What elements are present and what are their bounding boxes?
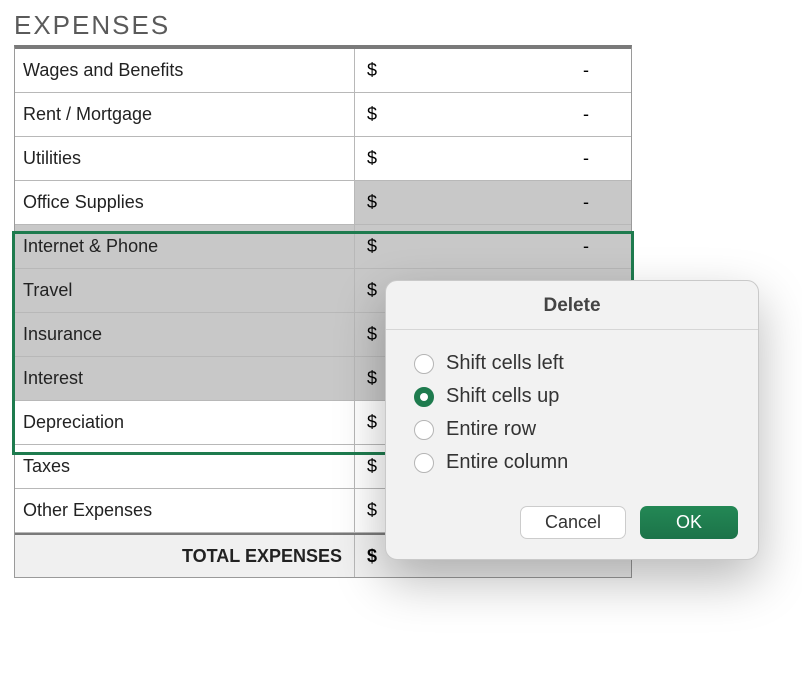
amount-value: - — [583, 192, 619, 213]
row-label[interactable]: Travel — [15, 269, 355, 312]
radio-label: Entire row — [446, 418, 536, 441]
currency-symbol: $ — [367, 500, 377, 521]
row-label[interactable]: Depreciation — [15, 401, 355, 444]
amount-value: - — [583, 236, 619, 257]
row-label[interactable]: Insurance — [15, 313, 355, 356]
currency-symbol: $ — [367, 236, 377, 257]
table-row[interactable]: Internet & Phone$- — [15, 225, 631, 269]
amount-value: - — [583, 60, 619, 81]
radio-icon[interactable] — [414, 354, 434, 374]
row-value[interactable]: $- — [355, 93, 631, 136]
row-value[interactable]: $- — [355, 181, 631, 224]
row-label[interactable]: Rent / Mortgage — [15, 93, 355, 136]
row-label[interactable]: Interest — [15, 357, 355, 400]
dialog-body: Shift cells left Shift cells up Entire row… — [386, 330, 758, 492]
currency-symbol: $ — [367, 148, 377, 169]
radio-label: Entire column — [446, 451, 568, 474]
amount-value: - — [583, 148, 619, 169]
radio-icon[interactable] — [414, 453, 434, 473]
row-value[interactable]: $- — [355, 225, 631, 268]
radio-option[interactable]: Entire row — [414, 418, 730, 441]
radio-option[interactable]: Entire column — [414, 451, 730, 474]
table-row[interactable]: Utilities$- — [15, 137, 631, 181]
radio-label: Shift cells up — [446, 385, 559, 408]
total-label: TOTAL EXPENSES — [15, 535, 355, 577]
radio-option[interactable]: Shift cells up — [414, 385, 730, 408]
row-label[interactable]: Office Supplies — [15, 181, 355, 224]
table-row[interactable]: Office Supplies$- — [15, 181, 631, 225]
currency-symbol: $ — [367, 546, 377, 567]
currency-symbol: $ — [367, 104, 377, 125]
row-label[interactable]: Wages and Benefits — [15, 49, 355, 92]
row-label[interactable]: Other Expenses — [15, 489, 355, 532]
currency-symbol: $ — [367, 456, 377, 477]
table-row[interactable]: Rent / Mortgage$- — [15, 93, 631, 137]
delete-dialog: Delete Shift cells left Shift cells up Ent… — [385, 280, 759, 560]
amount-value: - — [583, 104, 619, 125]
row-value[interactable]: $- — [355, 137, 631, 180]
row-label[interactable]: Utilities — [15, 137, 355, 180]
radio-option[interactable]: Shift cells left — [414, 352, 730, 375]
currency-symbol: $ — [367, 412, 377, 433]
ok-button[interactable]: OK — [640, 506, 738, 539]
row-label[interactable]: Internet & Phone — [15, 225, 355, 268]
currency-symbol: $ — [367, 324, 377, 345]
section-title: EXPENSES — [14, 10, 788, 41]
radio-label: Shift cells left — [446, 352, 564, 375]
table-row[interactable]: Wages and Benefits$- — [15, 49, 631, 93]
currency-symbol: $ — [367, 368, 377, 389]
row-label[interactable]: Taxes — [15, 445, 355, 488]
dialog-title: Delete — [386, 281, 758, 330]
currency-symbol: $ — [367, 192, 377, 213]
dialog-footer: Cancel OK — [386, 492, 758, 559]
cancel-button[interactable]: Cancel — [520, 506, 626, 539]
currency-symbol: $ — [367, 280, 377, 301]
row-value[interactable]: $- — [355, 49, 631, 92]
currency-symbol: $ — [367, 60, 377, 81]
radio-icon[interactable] — [414, 387, 434, 407]
radio-icon[interactable] — [414, 420, 434, 440]
